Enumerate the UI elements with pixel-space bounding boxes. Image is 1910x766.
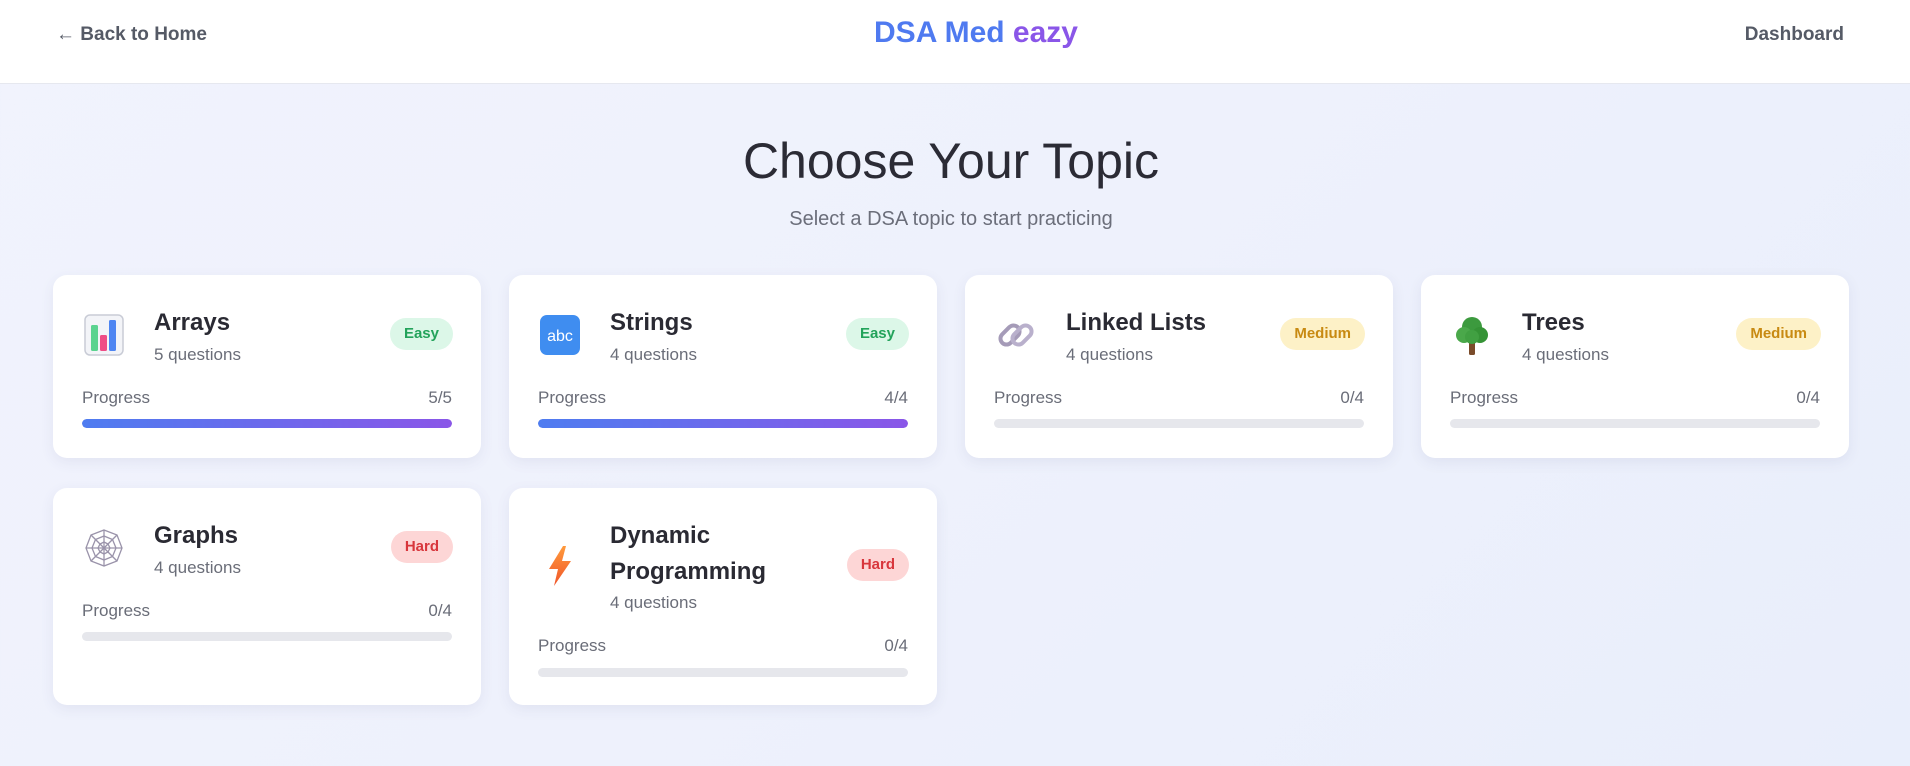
progress-bar xyxy=(82,632,452,641)
topic-card-dynamic-programming[interactable]: Dynamic Programming 4 questions Hard Pro… xyxy=(509,488,937,705)
progress-count: 0/4 xyxy=(884,636,908,655)
svg-text:abc: abc xyxy=(547,328,573,345)
page-subtitle: Select a DSA topic to start practicing xyxy=(789,208,1113,230)
question-count: 4 questions xyxy=(610,593,697,612)
difficulty-badge: Medium xyxy=(1736,318,1821,350)
progress-label: Progress xyxy=(82,601,151,620)
topic-title: Graphs xyxy=(154,522,239,549)
difficulty-badge: Hard xyxy=(846,549,909,581)
topic-card-strings[interactable]: abc Strings 4 questions Easy Progress 4/… xyxy=(509,275,937,458)
progress-count: 0/4 xyxy=(1796,388,1820,407)
progress-count: 4/4 xyxy=(884,388,908,407)
difficulty-badge: Hard xyxy=(390,531,453,563)
progress-count: 0/4 xyxy=(428,601,452,620)
topic-title: Linked Lists xyxy=(1066,309,1207,336)
progress-bar xyxy=(538,668,908,677)
progress-label: Progress xyxy=(82,388,151,407)
topic-card-linked-lists[interactable]: Linked Lists 4 questions Medium Progress… xyxy=(965,275,1393,458)
progress-label: Progress xyxy=(1450,388,1519,407)
difficulty-badge: Easy xyxy=(389,318,453,350)
brand-name-part2: eazy xyxy=(1012,16,1078,49)
topic-title: Arrays xyxy=(154,309,231,336)
progress-count: 5/5 xyxy=(428,388,452,407)
top-nav-bar: ← Back to Home DSA Med eazy Dashboard xyxy=(0,0,1910,84)
question-count: 5 questions xyxy=(154,345,241,364)
progress-bar-fill xyxy=(538,419,908,428)
progress-count: 0/4 xyxy=(1340,388,1364,407)
topic-title: Dynamic Programming xyxy=(610,522,767,585)
spider-web-icon xyxy=(81,525,127,571)
brand-name-part1: DSA Med xyxy=(874,16,1005,49)
brand-logo[interactable]: DSA Med eazy xyxy=(0,16,1910,50)
progress-bar xyxy=(538,419,908,428)
progress-label: Progress xyxy=(538,388,607,407)
question-count: 4 questions xyxy=(154,558,241,577)
difficulty-badge: Easy xyxy=(845,318,909,350)
abc-icon: abc xyxy=(537,312,583,358)
progress-bar xyxy=(82,419,452,428)
question-count: 4 questions xyxy=(610,345,697,364)
lightning-icon xyxy=(537,543,583,589)
topic-card-arrays[interactable]: Arrays 5 questions Easy Progress 5/5 xyxy=(53,275,481,458)
topic-card-trees[interactable]: Trees 4 questions Medium Progress 0/4 xyxy=(1421,275,1849,458)
progress-bar-fill xyxy=(82,419,452,428)
chain-link-icon xyxy=(993,312,1039,358)
question-count: 4 questions xyxy=(1522,345,1609,364)
tree-icon xyxy=(1449,312,1495,358)
bar-chart-icon xyxy=(81,312,127,358)
dashboard-link[interactable]: Dashboard xyxy=(1745,24,1844,46)
page-title: Choose Your Topic xyxy=(742,133,1160,189)
topic-title: Trees xyxy=(1522,309,1585,336)
question-count: 4 questions xyxy=(1066,345,1153,364)
difficulty-badge: Medium xyxy=(1280,318,1365,350)
topic-title: Strings xyxy=(610,309,693,336)
progress-bar xyxy=(994,419,1364,428)
topic-card-graphs[interactable]: Graphs 4 questions Hard Progress 0/4 xyxy=(53,488,481,705)
progress-bar xyxy=(1450,419,1820,428)
progress-label: Progress xyxy=(994,388,1063,407)
progress-label: Progress xyxy=(538,636,607,655)
